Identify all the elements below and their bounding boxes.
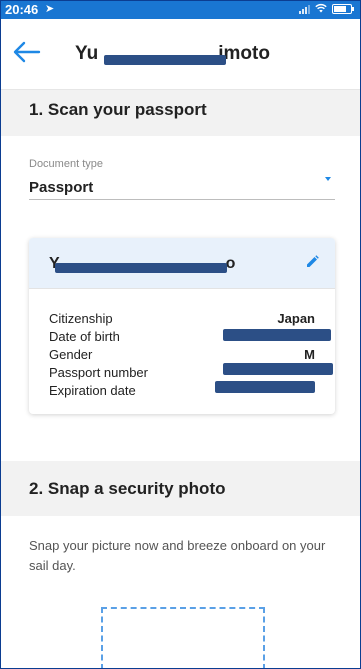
back-arrow-icon[interactable]: [13, 41, 41, 67]
info-label: Citizenship: [49, 311, 113, 326]
status-time: 20:46: [5, 2, 39, 17]
redacted-date-of-birth: [223, 329, 331, 341]
signal-icon: [299, 4, 310, 14]
redacted-name-card: [55, 263, 227, 273]
info-value: Japan: [277, 311, 315, 326]
document-type-label: Document type: [29, 158, 103, 170]
section2-title: 2. Snap a security photo: [29, 479, 226, 498]
info-value: M: [304, 347, 315, 362]
info-label: Gender: [49, 347, 93, 362]
section1-title: 1. Scan your passport: [29, 100, 207, 119]
redacted-passport-number: [223, 363, 333, 375]
document-type-select[interactable]: Passport: [29, 179, 93, 196]
section1-band: 1. Scan your passport: [1, 90, 360, 136]
status-bar: 20:46 ➤: [1, 1, 360, 19]
location-arrow-icon: ➤: [45, 3, 55, 15]
info-label: Expiration date: [49, 383, 136, 398]
wifi-icon: [315, 3, 327, 15]
info-row-citizenship: Citizenship Japan: [49, 311, 315, 329]
app-header: Yu imoto: [1, 19, 360, 90]
section2-band: 2. Snap a security photo: [1, 461, 360, 516]
phone-screen: 20:46 ➤ Yu imoto 1. Scan your passport D…: [0, 0, 361, 669]
passport-card-header: Yo: [29, 238, 335, 288]
document-type-underline: [29, 199, 335, 200]
page-title-start: Yu: [75, 43, 99, 64]
pencil-icon[interactable]: [305, 255, 319, 269]
security-photo-frame[interactable]: [101, 607, 265, 668]
dropdown-arrow-icon[interactable]: [325, 177, 331, 181]
passport-card: Yo Citizenship Japan Date of birth Gende…: [29, 238, 335, 414]
redacted-expiration-date: [215, 381, 315, 393]
battery-icon: [332, 4, 354, 14]
card-divider: [29, 288, 335, 289]
info-label: Passport number: [49, 365, 148, 380]
redacted-name-header: [104, 55, 226, 65]
security-photo-description: Snap your picture now and breeze onboard…: [29, 538, 326, 573]
status-icons: [299, 3, 354, 15]
info-label: Date of birth: [49, 329, 120, 344]
holder-name-end: o: [225, 255, 236, 272]
